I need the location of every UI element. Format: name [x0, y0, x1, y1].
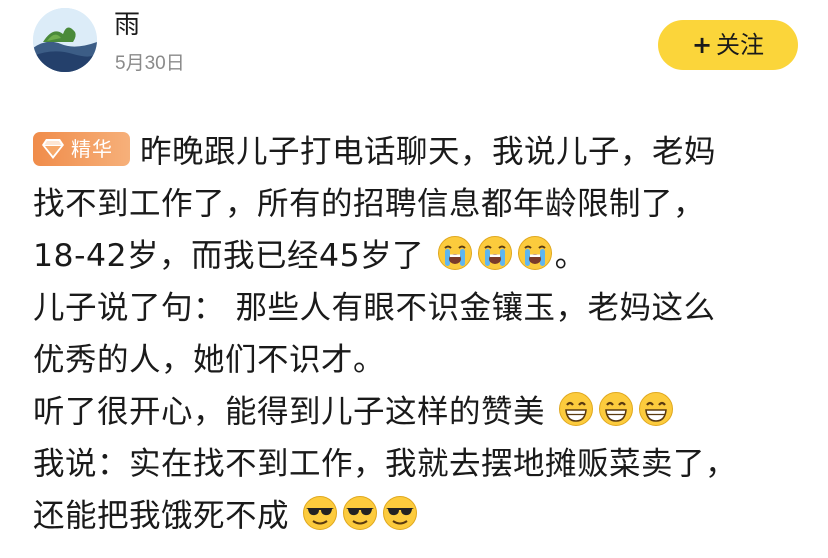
post-line: 还能把我饿死不成 — [33, 490, 803, 542]
post-text: 找不到工作了，所有的招聘信息都年龄限制了， — [33, 186, 706, 222]
grinning-face-icon — [558, 391, 594, 427]
post-text: 我说：实在找不到工作，我就去摆地摊贩菜卖了， — [33, 446, 738, 482]
post-body: 精华 昨晚跟儿子打电话聊天，我说儿子，老妈 找不到工作了，所有的招聘信息都年龄限制… — [33, 126, 803, 542]
sunglasses-face-icon — [302, 495, 338, 531]
post-line: 找不到工作了，所有的招聘信息都年龄限制了， — [33, 178, 803, 230]
post-text: 儿子说了句： 那些人有眼不识金镶玉，老妈这么 — [33, 290, 716, 326]
post-text: 优秀的人，她们不识才。 — [33, 342, 386, 378]
avatar[interactable] — [33, 8, 97, 72]
post-text: 听了很开心，能得到儿子这样的赞美 — [33, 394, 546, 430]
follow-label: 关注 — [716, 31, 765, 59]
plus-icon: + — [691, 31, 713, 59]
landscape-avatar-icon — [33, 8, 97, 72]
diamond-icon — [42, 139, 64, 159]
post-line: 优秀的人，她们不识才。 — [33, 334, 803, 386]
badge-label: 精华 — [71, 137, 113, 161]
post-line: 听了很开心，能得到儿子这样的赞美 — [33, 386, 803, 438]
sunglasses-face-icon — [342, 495, 378, 531]
post-line: 18-42岁，而我已经45岁了 。 — [33, 230, 803, 282]
loudly-crying-face-icon — [517, 235, 553, 271]
post-text: 18-42岁，而我已经45岁了 — [33, 238, 425, 274]
author-name[interactable]: 雨 — [114, 8, 140, 42]
post-line: 精华 昨晚跟儿子打电话聊天，我说儿子，老妈 — [33, 126, 803, 178]
grinning-face-icon — [638, 391, 674, 427]
post-line: 儿子说了句： 那些人有眼不识金镶玉，老妈这么 — [33, 282, 803, 334]
sunglasses-face-icon — [382, 495, 418, 531]
loudly-crying-face-icon — [477, 235, 513, 271]
post-text: 还能把我饿死不成 — [33, 498, 290, 534]
post-line: 我说：实在找不到工作，我就去摆地摊贩菜卖了， — [33, 438, 803, 490]
post-text: 昨晚跟儿子打电话聊天，我说儿子，老妈 — [140, 134, 717, 170]
loudly-crying-face-icon — [437, 235, 473, 271]
featured-badge[interactable]: 精华 — [33, 132, 130, 166]
post-date: 5月30日 — [115, 53, 185, 74]
grinning-face-icon — [598, 391, 634, 427]
post-text: 。 — [554, 238, 587, 274]
follow-button[interactable]: + 关注 — [658, 20, 798, 70]
